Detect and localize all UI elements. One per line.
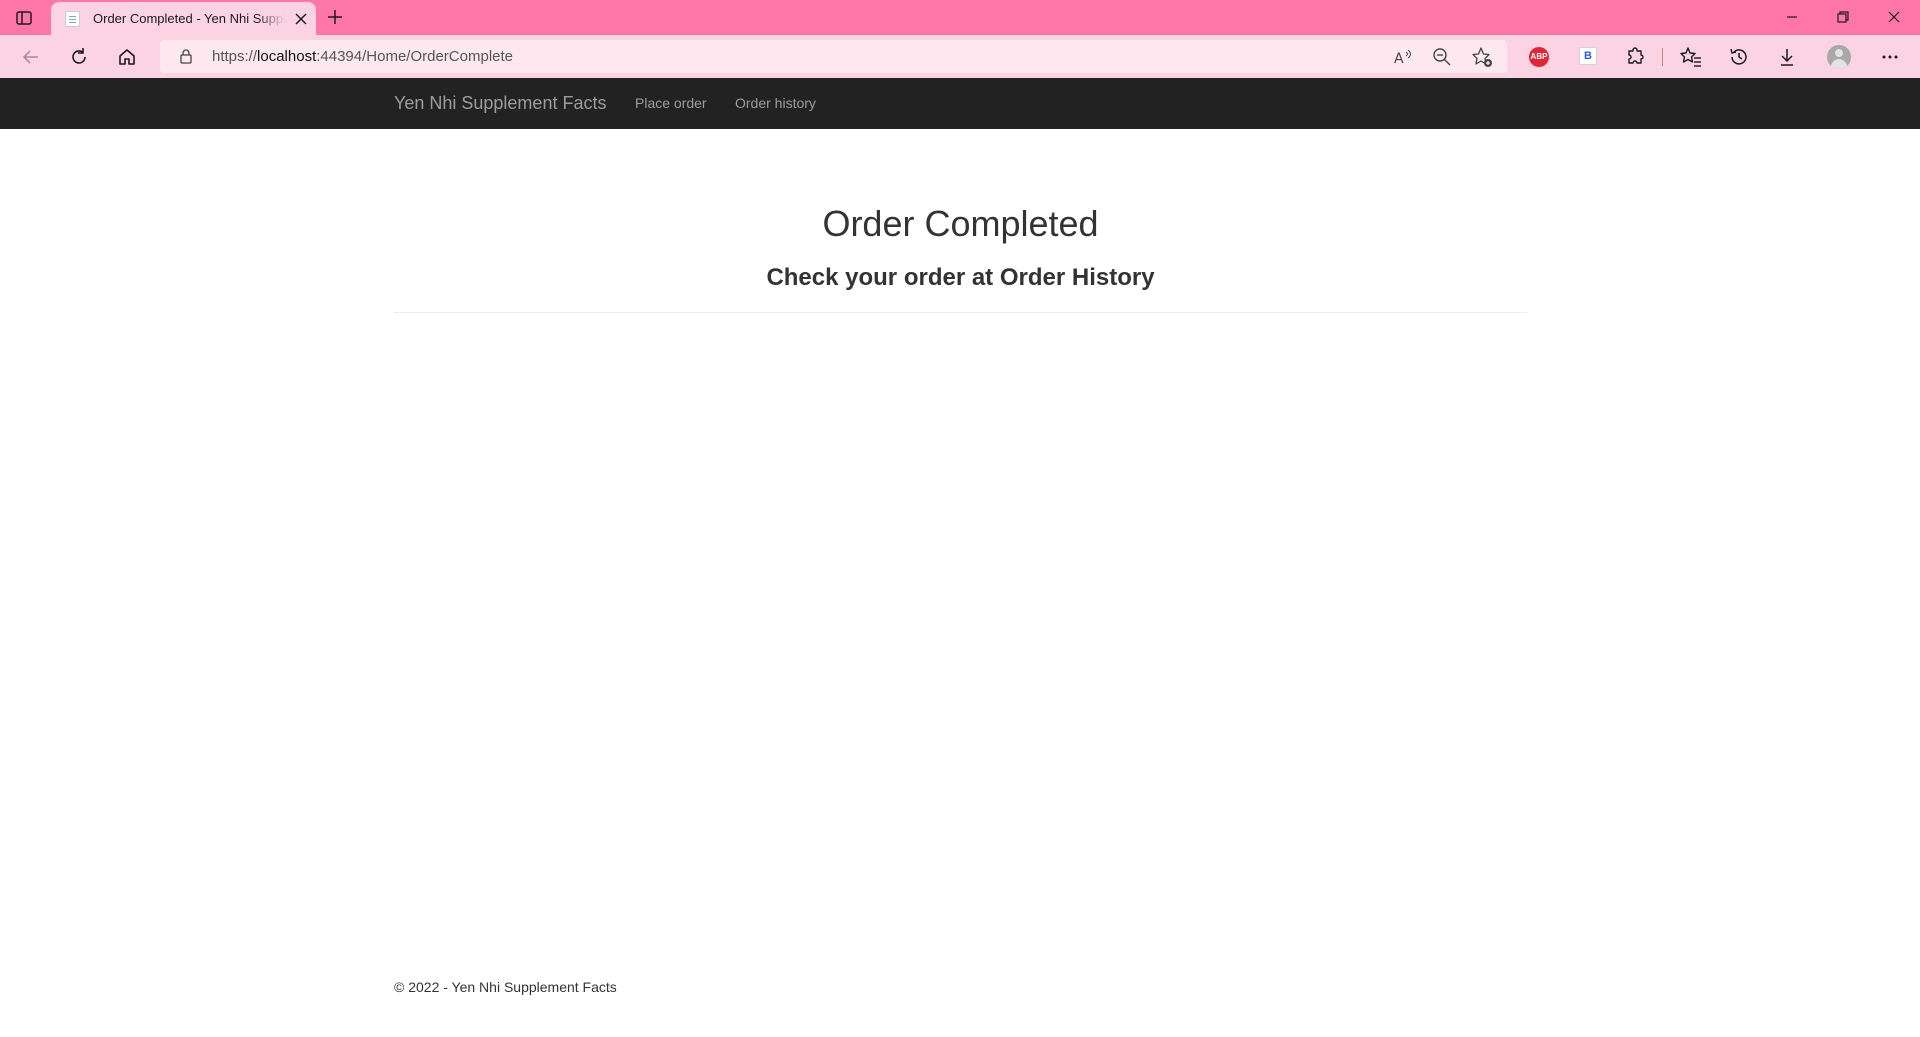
- restore-window-icon[interactable]: [1833, 7, 1853, 27]
- home-icon[interactable]: [115, 45, 139, 69]
- url-host: localhost: [257, 48, 317, 65]
- browser-toolbar: https://localhost:44394/Home/OrderComple…: [0, 35, 1920, 78]
- minimize-window-icon[interactable]: [1782, 7, 1802, 27]
- url-path: :44394/Home/OrderComplete: [316, 48, 513, 65]
- url-scheme: https://: [212, 48, 258, 65]
- back-icon[interactable]: [19, 45, 43, 69]
- profile-avatar-icon[interactable]: [1827, 45, 1851, 69]
- brand-link[interactable]: Yen Nhi Supplement Facts: [394, 93, 606, 114]
- nav-link-order-history[interactable]: Order history: [735, 95, 816, 111]
- svg-text:A: A: [1394, 51, 1404, 67]
- page-title: Order Completed: [822, 203, 1099, 244]
- downloads-icon[interactable]: [1775, 45, 1799, 69]
- tab-title: Order Completed - Yen Nhi Supplement Fac…: [93, 11, 285, 26]
- close-window-icon[interactable]: [1884, 7, 1904, 27]
- page-subtitle: Check your order at Order History: [394, 264, 1527, 292]
- add-favorite-icon[interactable]: [1471, 46, 1493, 68]
- browser-tab-active[interactable]: Order Completed - Yen Nhi Supplement Fac…: [51, 2, 316, 35]
- zoom-out-icon[interactable]: [1431, 46, 1453, 68]
- tab-actions-icon[interactable]: [14, 8, 34, 28]
- url-text[interactable]: https://localhost:44394/Home/OrderComple…: [212, 48, 513, 65]
- address-bar[interactable]: https://localhost:44394/Home/OrderComple…: [160, 40, 1507, 73]
- site-navbar: Yen Nhi Supplement Facts Place order Ord…: [0, 78, 1920, 129]
- new-tab-icon[interactable]: [325, 7, 345, 27]
- browser-tab-strip: Order Completed - Yen Nhi Supplement Fac…: [0, 0, 1920, 35]
- subtitle-prefix: Check your order at: [766, 264, 1000, 291]
- nav-link-place-order[interactable]: Place order: [635, 95, 707, 111]
- horizontal-rule: [394, 312, 1527, 313]
- toolbar-divider: [1662, 48, 1663, 66]
- page-favicon-icon: [65, 11, 80, 27]
- read-aloud-icon[interactable]: A: [1391, 46, 1413, 68]
- more-options-icon[interactable]: [1878, 45, 1902, 69]
- extensions-icon[interactable]: [1624, 45, 1648, 69]
- footer-text: © 2022 - Yen Nhi Supplement Facts: [394, 979, 617, 995]
- refresh-icon[interactable]: [67, 45, 91, 69]
- order-history-emphasis: Order History: [999, 264, 1155, 291]
- close-tab-icon[interactable]: [292, 10, 310, 28]
- favorites-icon[interactable]: [1679, 45, 1703, 69]
- adblock-extension-icon[interactable]: ABP: [1529, 47, 1549, 67]
- b-extension-icon[interactable]: B: [1579, 47, 1597, 65]
- lock-icon[interactable]: [178, 48, 194, 64]
- history-icon[interactable]: [1727, 45, 1751, 69]
